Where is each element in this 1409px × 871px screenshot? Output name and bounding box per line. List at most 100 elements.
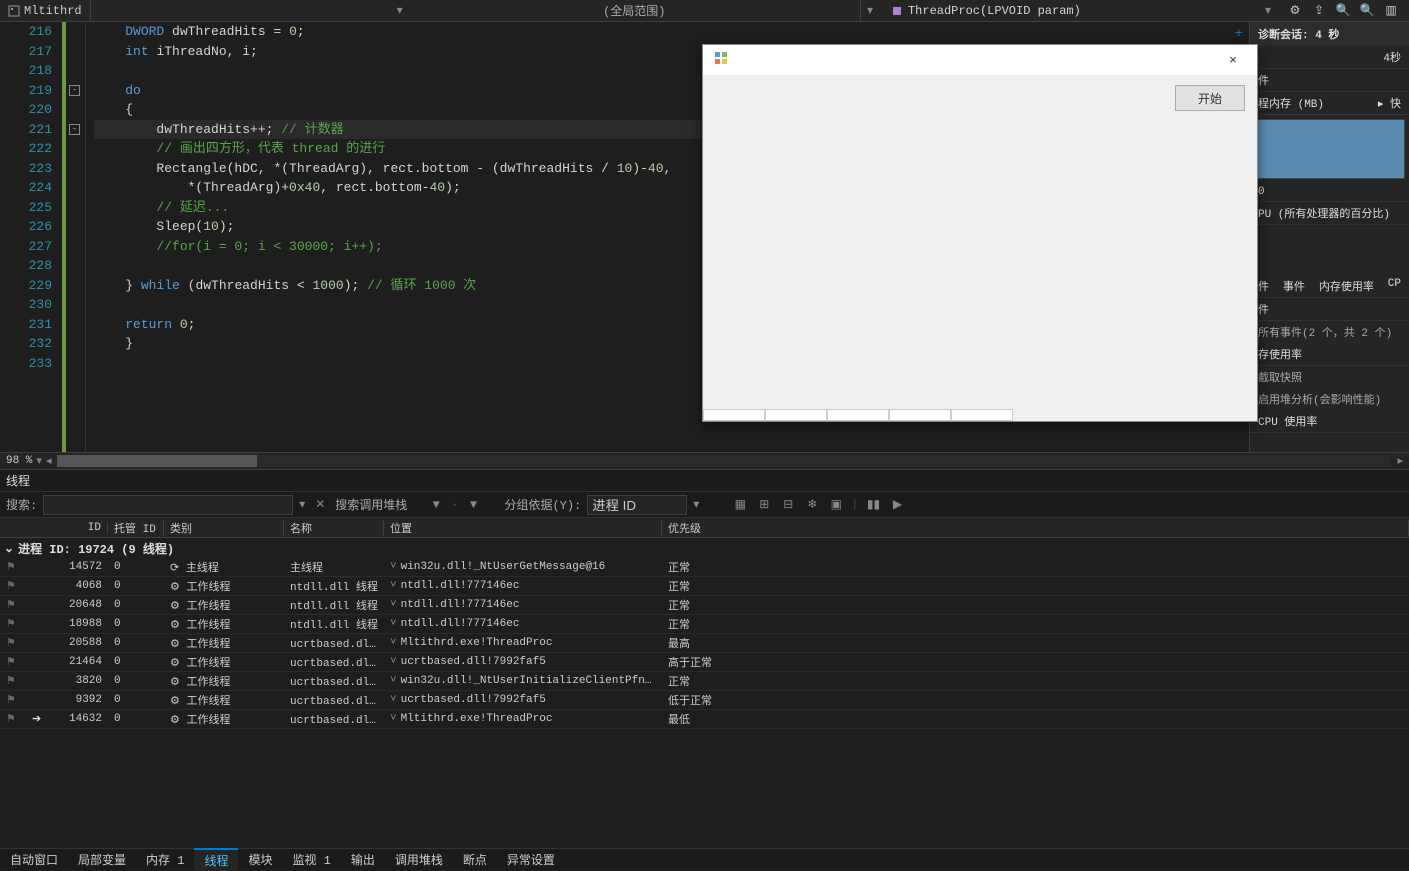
snapshot-link[interactable]: 截取快照 (1250, 366, 1409, 388)
expand-location-icon[interactable]: ˅ (390, 599, 397, 611)
filter2-icon[interactable]: ▼ (464, 496, 482, 514)
zoom-out-icon[interactable]: 🔍 (1359, 3, 1375, 19)
bottom-tab[interactable]: 自动窗口 (0, 849, 68, 870)
cpp-file-icon (8, 5, 20, 17)
thread-row[interactable]: ⚑145720⟳ 主线程主线程˅win32u.dll!_NtUserGetMes… (0, 558, 1409, 577)
flag-icon[interactable]: ⚑ (6, 600, 16, 612)
column-priority[interactable]: 优先级 (662, 520, 1409, 536)
scroll-right-icon[interactable]: ▸ (1397, 454, 1403, 468)
cpu-header[interactable]: PU (所有处理器的百分比) (1250, 202, 1409, 225)
clear-search-icon[interactable]: ✕ (311, 496, 329, 514)
dropdown-chevron-icon[interactable]: ▾ (299, 497, 305, 512)
search-input[interactable] (43, 495, 293, 515)
summary-tab[interactable]: 件 (1258, 278, 1269, 294)
bottom-tab[interactable]: 模块 (238, 849, 282, 870)
bottom-tab[interactable]: 异常设置 (497, 849, 565, 870)
file-tab[interactable]: Mltithrd (0, 0, 91, 21)
thread-row[interactable]: ⚑38200⚙ 工作线程ucrtbased.dll 线程˅win32u.dll!… (0, 672, 1409, 691)
bottom-tab[interactable]: 断点 (453, 849, 497, 870)
pause-icon[interactable]: ▮▮ (865, 496, 883, 514)
columns-icon[interactable]: ▦ (731, 496, 749, 514)
flag-icon[interactable]: ⚑ (6, 638, 16, 650)
thread-row[interactable]: ⚑206480⚙ 工作线程ntdll.dll 线程˅ntdll.dll!7771… (0, 596, 1409, 615)
bottom-tab[interactable]: 输出 (341, 849, 385, 870)
scroll-thumb[interactable] (57, 455, 257, 467)
collapse-group-icon[interactable]: ⌄ (4, 541, 14, 556)
settings-icon[interactable]: ⚙ (1287, 3, 1303, 19)
popup-titlebar[interactable]: × (703, 45, 1257, 75)
fold-toggle[interactable]: - (69, 124, 80, 135)
start-button[interactable]: 开始 (1175, 85, 1245, 111)
expand-location-icon[interactable]: ˅ (390, 656, 397, 668)
mem-usage-section[interactable]: 存使用率 (1250, 343, 1409, 366)
scroll-left-icon[interactable]: ◂ (46, 454, 52, 468)
thread-row[interactable]: ⚑93920⚙ 工作线程ucrtbased.dll 线程˅ucrtbased.d… (0, 691, 1409, 710)
flag-icon[interactable]: ⚑ (6, 695, 16, 707)
bottom-tab[interactable]: 线程 (194, 848, 238, 871)
bottom-tab[interactable]: 调用堆栈 (385, 849, 453, 870)
expand-location-icon[interactable]: ˅ (390, 675, 397, 687)
expand-location-icon[interactable]: ˅ (390, 580, 397, 592)
zoom-chevron-icon[interactable]: ▾ (32, 454, 46, 468)
bottom-tab[interactable]: 局部变量 (68, 849, 136, 870)
play-icon[interactable]: ▶ (889, 496, 907, 514)
dropdown-chevron-icon[interactable]: ▾ (693, 497, 699, 512)
building-icon[interactable]: ▥ (1383, 3, 1399, 19)
zoom-level[interactable]: 98 % (6, 455, 32, 467)
cp-tab[interactable]: CP (1388, 278, 1401, 294)
cpu-usage-section[interactable]: CPU 使用率 (1250, 410, 1409, 433)
all-events-link[interactable]: 所有事件(2 个，共 2 个) (1250, 321, 1409, 343)
filter-icon[interactable]: ▼ (427, 496, 445, 514)
column-managed-id[interactable]: 托管 ID (108, 520, 164, 536)
flag-icon[interactable]: ⚑ (6, 714, 16, 726)
thread-row[interactable]: ⚑40680⚙ 工作线程ntdll.dll 线程˅ntdll.dll!77714… (0, 577, 1409, 596)
thaw-icon[interactable]: ▣ (827, 496, 845, 514)
flag-icon[interactable]: ⚑ (6, 657, 16, 669)
events-header[interactable]: 件 (1250, 69, 1409, 92)
column-category[interactable]: 类别 (164, 520, 284, 536)
heap-analysis-link[interactable]: 启用堆分析(会影响性能) (1250, 388, 1409, 410)
function-selector[interactable]: ThreadProc(LPVOID param) (879, 4, 1259, 18)
chevron-down-icon[interactable]: ▾ (391, 3, 409, 18)
flag-icon[interactable]: ⚑ (6, 676, 16, 688)
bottom-tab[interactable]: 监视 1 (282, 849, 340, 870)
column-location[interactable]: 位置 (384, 520, 662, 536)
horizontal-scrollbar[interactable] (57, 455, 1391, 467)
expand-icon[interactable]: ⊞ (755, 496, 773, 514)
expand-location-icon[interactable]: ˅ (390, 618, 397, 630)
expand-location-icon[interactable]: ˅ (390, 713, 397, 725)
expand-location-icon[interactable]: ˅ (390, 561, 397, 573)
threads-panel-title[interactable]: 线程 (0, 470, 1409, 492)
column-name[interactable]: 名称 (284, 520, 384, 536)
close-button[interactable]: × (1213, 46, 1253, 74)
group-by-select[interactable] (587, 495, 687, 515)
thread-row[interactable]: ⚑205880⚙ 工作线程ucrtbased.dll 线程˅Mltithrd.e… (0, 634, 1409, 653)
expand-location-icon[interactable]: ˅ (390, 637, 397, 649)
events-section[interactable]: 件 (1250, 298, 1409, 321)
chevron-down-icon[interactable]: ▾ (1259, 3, 1277, 18)
expand-location-icon[interactable]: ˅ (390, 694, 397, 706)
app-run-window[interactable]: × 开始 (702, 44, 1258, 422)
share-icon[interactable]: ⇪ (1311, 3, 1327, 19)
worker-thread-icon: ⚙ (170, 675, 180, 689)
freeze-icon[interactable]: ❄ (803, 496, 821, 514)
thread-row[interactable]: ⚑214640⚙ 工作线程ucrtbased.dll 线程˅ucrtbased.… (0, 653, 1409, 672)
collapse-icon[interactable]: ⊟ (779, 496, 797, 514)
search-stack-label[interactable]: 搜索调用堆栈 (335, 496, 407, 513)
thread-row[interactable]: ⚑189880⚙ 工作线程ntdll.dll 线程˅ntdll.dll!7771… (0, 615, 1409, 634)
zoom-in-icon[interactable]: 🔍 (1335, 3, 1351, 19)
flag-icon[interactable]: ⚑ (6, 562, 16, 574)
flag-icon[interactable]: ⚑ (6, 581, 16, 593)
code-line[interactable]: DWORD dwThreadHits = 0; (94, 22, 1249, 42)
scope-selector[interactable]: (全局范围) (409, 0, 861, 21)
events-tab[interactable]: 事件 (1283, 278, 1305, 294)
fold-toggle[interactable]: - (69, 85, 80, 96)
column-id[interactable]: ID (52, 522, 108, 534)
thread-group-row[interactable]: ⌄ 进程 ID: 19724 (9 线程) (0, 538, 1409, 558)
memory-header[interactable]: 程内存 (MB)▸ 快 (1250, 92, 1409, 115)
memory-tab[interactable]: 内存使用率 (1319, 278, 1374, 294)
thread-row[interactable]: ⚑➔146320⚙ 工作线程ucrtbased.dll 线程˅Mltithrd.… (0, 710, 1409, 729)
bottom-tab[interactable]: 内存 1 (136, 849, 194, 870)
chevron-down-icon[interactable]: ▾ (861, 3, 879, 18)
flag-icon[interactable]: ⚑ (6, 619, 16, 631)
